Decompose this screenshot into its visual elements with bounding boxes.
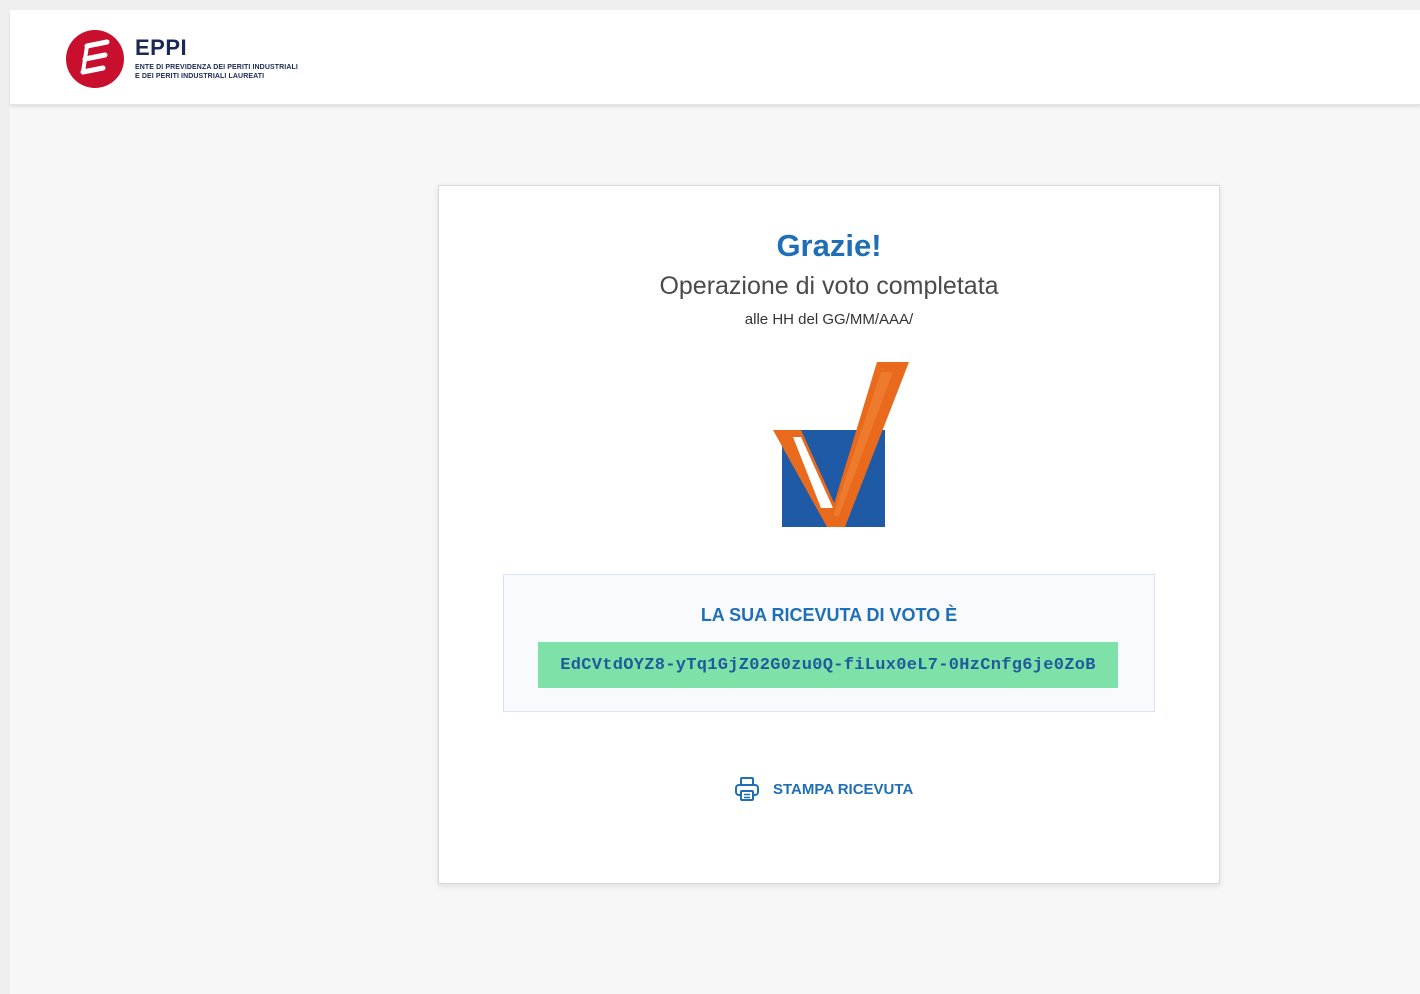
receipt-code[interactable]: EdCVtdOYZ8-yTq1GjZ02G0zu0Q-fiLux0eL7-0Hz… <box>538 642 1118 688</box>
confirmation-subtitle: Operazione di voto completata <box>659 272 999 300</box>
print-receipt-button[interactable]: STAMPA RICEVUTA <box>733 775 913 803</box>
printer-icon <box>735 777 759 801</box>
confirmation-card: Grazie! Operazione di voto completata al… <box>438 185 1220 884</box>
eppi-logo[interactable]: EPPI ENTE DI PREVIDENZA DEI PERITI INDUS… <box>65 29 298 89</box>
vote-checkmark-icon <box>773 362 909 527</box>
eppi-logo-icon <box>66 30 124 88</box>
page-frame: EPPI ENTE DI PREVIDENZA DEI PERITI INDUS… <box>10 10 1420 994</box>
top-bar: EPPI ENTE DI PREVIDENZA DEI PERITI INDUS… <box>10 10 1420 105</box>
thank-you-title: Grazie! <box>776 228 882 263</box>
logo-name: EPPI <box>135 34 188 60</box>
logo-subtitle-line2: E DEI PERITI INDUSTRIALI LAUREATI <box>135 73 265 80</box>
print-receipt-label: STAMPA RICEVUTA <box>773 780 914 798</box>
receipt-label: LA SUA RICEVUTA DI VOTO È <box>700 605 958 625</box>
logo-text: EPPI ENTE DI PREVIDENZA DEI PERITI INDUS… <box>135 34 298 82</box>
receipt-panel: LA SUA RICEVUTA DI VOTO È EdCVtdOYZ8-yTq… <box>503 574 1155 712</box>
timestamp-text: alle HH del GG/MM/AAA/ <box>744 311 914 328</box>
logo-subtitle-line1: ENTE DI PREVIDENZA DEI PERITI INDUSTRIAL… <box>135 63 298 71</box>
